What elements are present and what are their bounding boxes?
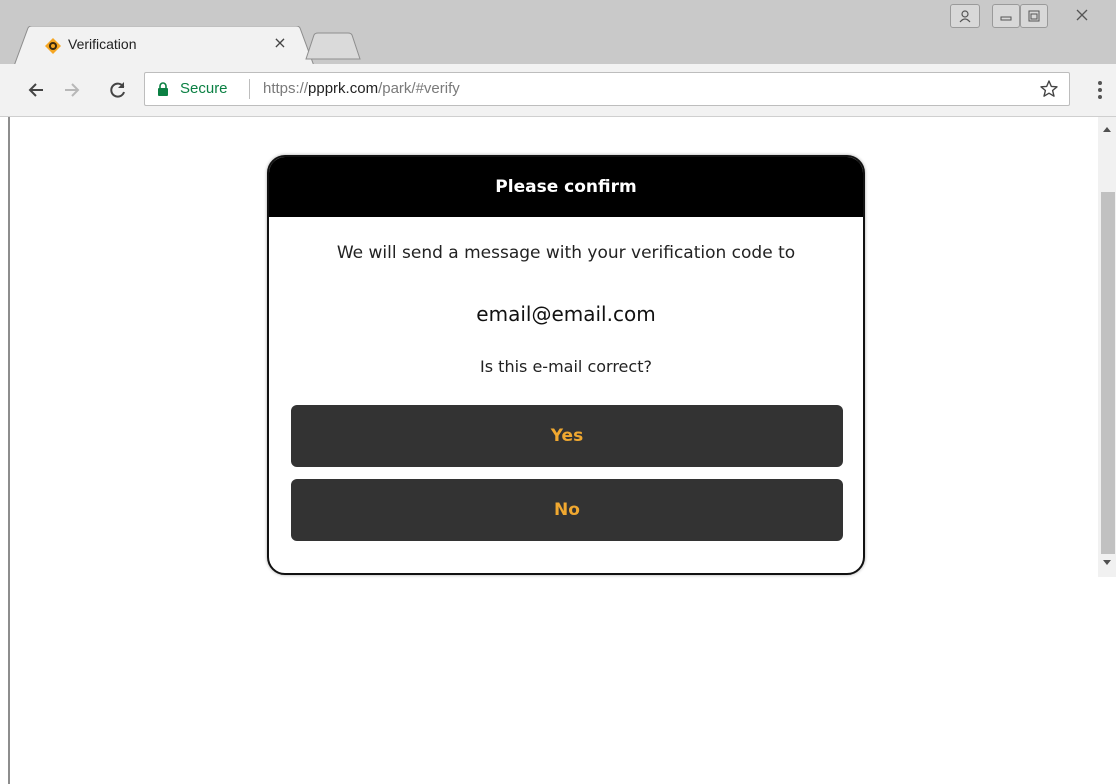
scroll-down-arrow-icon	[1103, 560, 1111, 565]
tab-close-icon[interactable]: ×	[271, 34, 289, 52]
menu-icon[interactable]	[1090, 76, 1110, 104]
address-bar[interactable]: Secure https://ppprk.com/park/#verify	[144, 72, 1070, 106]
yes-button[interactable]: Yes	[291, 405, 843, 467]
maximize-button[interactable]	[1020, 4, 1048, 28]
url-text: https://ppprk.com/park/#verify	[263, 80, 460, 97]
lock-icon	[158, 82, 168, 96]
menu-dot	[1098, 88, 1102, 92]
tab-title: Verification	[68, 36, 137, 52]
reload-icon	[110, 82, 125, 98]
confirm-dialog: Please confirm We will send a message wi…	[267, 155, 865, 575]
no-button[interactable]: No	[291, 479, 843, 541]
menu-dot	[1098, 81, 1102, 85]
url-separator	[249, 79, 250, 99]
forward-button[interactable]	[58, 76, 86, 104]
back-button[interactable]	[22, 76, 50, 104]
profile-button[interactable]	[950, 4, 980, 28]
dialog-question: Is this e-mail correct?	[480, 357, 652, 376]
profile-icon	[959, 10, 971, 23]
new-tab-button[interactable]	[304, 32, 362, 60]
url-scheme: https://	[263, 80, 309, 97]
star-icon[interactable]	[1039, 79, 1059, 99]
dialog-email: email@email.com	[476, 302, 656, 326]
url-path: /park/#verify	[378, 80, 460, 97]
minimize-icon	[1000, 16, 1012, 21]
forward-arrow-icon	[65, 83, 80, 97]
close-window-button[interactable]	[1062, 4, 1102, 26]
dialog-title: Please confirm	[269, 157, 863, 217]
scroll-up-button[interactable]	[1100, 122, 1114, 136]
scroll-up-arrow-icon	[1103, 127, 1111, 132]
scrollbar-thumb[interactable]	[1101, 192, 1115, 554]
minimize-button[interactable]	[992, 4, 1020, 28]
secure-label: Secure	[180, 80, 228, 97]
maximize-icon	[1028, 10, 1040, 22]
ppprk-favicon-icon	[45, 38, 61, 54]
window-left-border	[8, 117, 10, 784]
menu-dot	[1098, 95, 1102, 99]
reload-button[interactable]	[104, 76, 132, 104]
dialog-message: We will send a message with your verific…	[336, 243, 796, 263]
scroll-down-button[interactable]	[1100, 556, 1114, 570]
close-window-icon	[1076, 9, 1088, 21]
url-host: ppprk.com	[308, 80, 379, 97]
back-arrow-icon	[28, 83, 43, 97]
